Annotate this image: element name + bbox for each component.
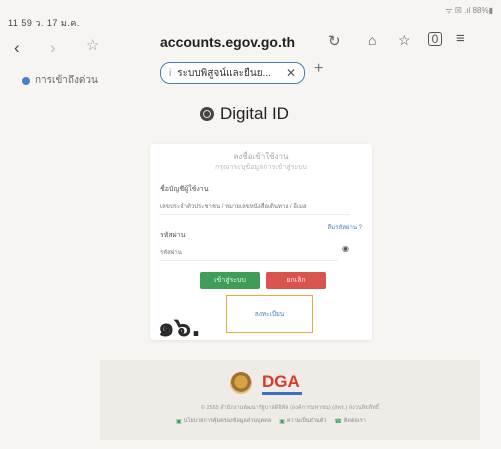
- menu-icon[interactable]: ≡: [456, 30, 465, 47]
- password-label: รหัสผ่าน: [160, 232, 186, 239]
- footer-link-privacy-policy[interactable]: ▣ นโยบายการคุ้มครองข้อมูลส่วนบุคคล: [176, 417, 271, 425]
- cancel-button[interactable]: ยกเลิก: [266, 272, 326, 289]
- quick-access-link[interactable]: การเข้าถึงด่วน: [22, 73, 98, 88]
- back-icon[interactable]: ‹: [14, 38, 20, 58]
- document-icon: ▣: [279, 418, 285, 425]
- footer-link-label: นโยบายการคุ้มครองข้อมูลส่วนบุคคล: [183, 418, 272, 424]
- footer-link-label: ความเป็นส่วนตัว: [286, 418, 327, 424]
- fingerprint-icon: [200, 107, 214, 121]
- government-seal-icon: [230, 372, 252, 394]
- forgot-password-link[interactable]: ลืมรหัสผ่าน ?: [328, 222, 362, 232]
- footer: DGA © 2565 สำนักงานพัฒนารัฐบาลดิจิทัล (อ…: [100, 360, 480, 440]
- tabs-icon[interactable]: 0: [428, 32, 442, 46]
- footer-link-label: ติดต่อเรา: [343, 418, 366, 424]
- address-bar[interactable]: accounts.egov.go.th: [160, 34, 295, 50]
- login-button[interactable]: เข้าสู่ระบบ: [200, 272, 260, 289]
- bookmark-icon[interactable]: ☆: [398, 32, 411, 49]
- handwritten-annotation: ๑๖.: [158, 313, 201, 343]
- page-title: Digital ID: [200, 104, 289, 124]
- star-icon[interactable]: ☆: [86, 36, 99, 54]
- register-label: ลงทะเบียน: [254, 311, 285, 318]
- plus-icon[interactable]: +: [314, 60, 323, 78]
- status-time: 11 59 ว. 17 ม.ค.: [8, 18, 80, 28]
- dga-logo: DGA: [262, 372, 300, 391]
- login-subtitle: กรุณาระบุข้อมูลการเข้าสู่ระบบ: [215, 164, 307, 171]
- info-icon[interactable]: i: [169, 68, 171, 79]
- username-input[interactable]: [160, 200, 350, 215]
- reload-icon[interactable]: ↻: [328, 32, 341, 50]
- footer-link-privacy[interactable]: ▣ ความเป็นส่วนตัว: [279, 417, 326, 425]
- document-icon: ▣: [176, 418, 182, 425]
- copyright-text: © 2565 สำนักงานพัฒนารัฐบาลดิจิทัล (องค์ก…: [200, 405, 380, 411]
- tab-title: ระบบพิสูจน์และยืนย...: [177, 67, 271, 79]
- eye-icon[interactable]: ◉: [342, 244, 349, 253]
- footer-links: ▣ นโยบายการคุ้มครองข้อมูลส่วนบุคคล ▣ ควา…: [176, 417, 366, 425]
- footer-link-contact[interactable]: ☎ ติดต่อเรา: [334, 417, 365, 425]
- close-icon[interactable]: ✕: [286, 66, 296, 80]
- phone-icon: ☎: [334, 418, 342, 425]
- username-label: ชื่อบัญชีผู้ใช้งาน: [160, 186, 209, 193]
- dga-logo-underline: [262, 392, 302, 395]
- brand-name: Digital ID: [220, 104, 289, 123]
- register-link[interactable]: ลงทะเบียน: [226, 295, 313, 333]
- active-tab[interactable]: i ระบบพิสูจน์และยืนย... ✕: [160, 62, 305, 84]
- home-icon[interactable]: ⌂: [368, 32, 376, 48]
- quick-access-icon: [22, 76, 30, 85]
- forward-icon[interactable]: ›: [50, 38, 56, 58]
- status-indicators: ᯤ ☒ .ıl 88%▮: [445, 6, 493, 15]
- password-input[interactable]: [160, 246, 338, 261]
- quick-access-label: การเข้าถึงด่วน: [35, 75, 98, 86]
